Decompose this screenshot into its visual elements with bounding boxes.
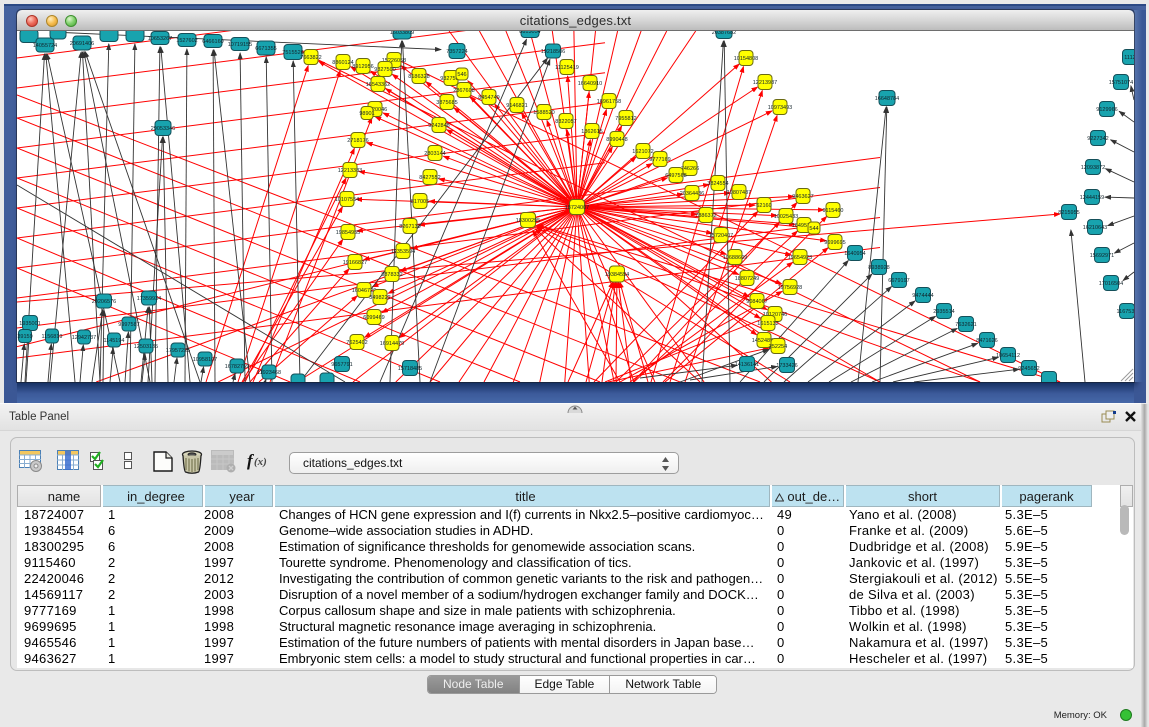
svg-text:(x): (x): [254, 456, 267, 468]
